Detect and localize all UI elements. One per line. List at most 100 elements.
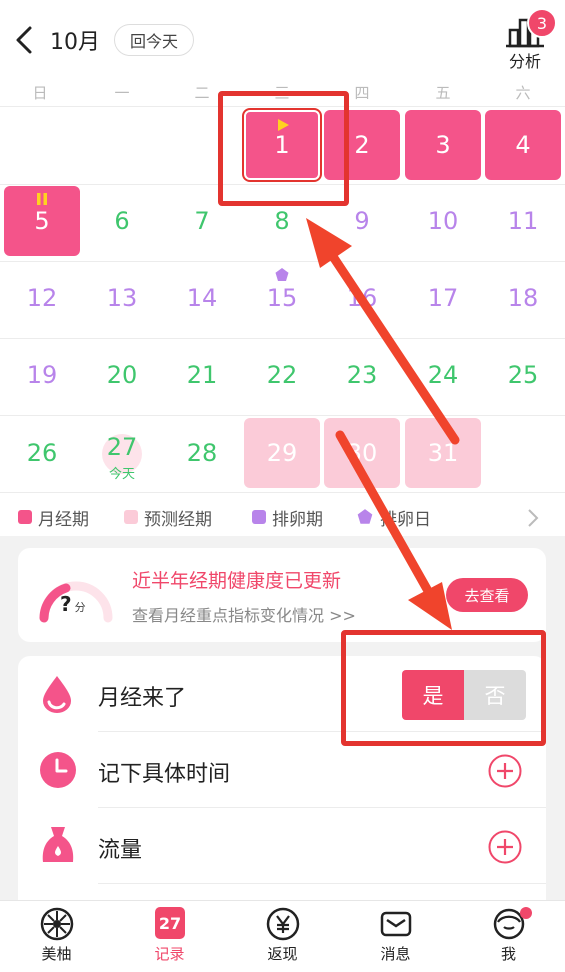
day-18[interactable]: 18 [485, 263, 561, 333]
pause-icon [37, 193, 47, 205]
tab-label: 我 [500, 945, 516, 963]
period-came-label: 月经来了 [98, 686, 187, 711]
no-button[interactable]: 否 [464, 670, 526, 720]
record-card: 月经来了 是 否 记下具体时间 流量 [18, 656, 546, 916]
day-number: 27 [106, 433, 138, 461]
legend-predicted-period: 预测经期 [124, 507, 212, 530]
day-2[interactable]: 2 [324, 110, 400, 180]
add-flow-plus-icon[interactable] [488, 830, 522, 864]
tab-label: 记录 [154, 945, 185, 963]
health-score-card[interactable]: ? 分 近半年经期健康度已更新 查看月经重点指标变化情况 >> 去查看 [18, 548, 546, 642]
day-30[interactable]: 30 [324, 418, 400, 488]
day-number: 15 [266, 284, 298, 312]
go-view-button[interactable]: 去查看 [446, 578, 528, 612]
day-number: 16 [346, 284, 378, 312]
day-number: 12 [26, 284, 58, 312]
flow-bag-icon [42, 827, 74, 862]
day-27-today[interactable]: 27 今天 [84, 418, 160, 488]
tab-label: 美柚 [41, 945, 72, 963]
day-number: 25 [507, 361, 539, 389]
analysis-label: 分析 [508, 52, 541, 71]
tab-cashback[interactable]: 返现 [226, 901, 339, 972]
flag-icon [278, 119, 289, 131]
day-number: 17 [427, 284, 459, 312]
day-number: 5 [34, 207, 50, 235]
day-number: 18 [507, 284, 539, 312]
weekday-mon: 一 [114, 84, 130, 102]
record-time-row[interactable]: 记下具体时间 [18, 732, 546, 808]
score-value: ? 分 [60, 592, 86, 616]
tab-record[interactable]: 27 记录 [113, 901, 226, 972]
day-7[interactable]: 7 [164, 186, 240, 256]
day-12[interactable]: 12 [4, 263, 80, 333]
bottom-tab-bar: 美柚 27 记录 返现 消息 我 [0, 900, 565, 972]
day-number: 3 [435, 131, 451, 159]
day-19[interactable]: 19 [4, 340, 80, 410]
back-to-today-button[interactable]: 回今天 [114, 24, 194, 56]
chevron-right-icon[interactable] [524, 507, 542, 529]
legend-ovulation-day: 排卵日 [356, 507, 431, 530]
day-4[interactable]: 4 [485, 110, 561, 180]
day-23[interactable]: 23 [324, 340, 400, 410]
day-11[interactable]: 11 [485, 186, 561, 256]
day-number: 19 [26, 361, 58, 389]
tab-meiyou[interactable]: 美柚 [0, 901, 113, 972]
tab-messages[interactable]: 消息 [339, 901, 452, 972]
weekday-header: 日 一 二 三 四 五 六 [0, 80, 565, 106]
day-number: 9 [354, 207, 370, 235]
day-15[interactable]: 15 [244, 263, 320, 333]
day-number: 23 [346, 361, 378, 389]
legend-ovulation-period: 排卵期 [252, 507, 323, 530]
day-31[interactable]: 31 [405, 418, 481, 488]
day-number: 29 [266, 439, 298, 467]
notification-badge: 3 [527, 8, 557, 38]
day-13[interactable]: 13 [84, 263, 160, 333]
day-number: 30 [346, 439, 378, 467]
day-29[interactable]: 29 [244, 418, 320, 488]
day-20[interactable]: 20 [84, 340, 160, 410]
yes-button[interactable]: 是 [402, 670, 464, 720]
day-9[interactable]: 9 [324, 186, 400, 256]
envelope-icon [380, 911, 412, 937]
top-bar: 10月 回今天 分析 3 [0, 0, 565, 80]
day-number: 8 [274, 207, 290, 235]
flow-row[interactable]: 流量 [18, 808, 546, 884]
day-1[interactable]: 1 [244, 110, 320, 180]
calendar-legend[interactable]: 月经期 预测经期 排卵期 排卵日 [0, 497, 565, 537]
day-21[interactable]: 21 [164, 340, 240, 410]
day-number: 1 [274, 131, 290, 159]
day-25[interactable]: 25 [485, 340, 561, 410]
day-number: 2 [354, 131, 370, 159]
legend-period: 月经期 [18, 507, 89, 530]
weekday-thu: 四 [354, 84, 370, 102]
add-time-plus-icon[interactable] [488, 754, 522, 788]
day-number: 13 [106, 284, 138, 312]
day-10[interactable]: 10 [405, 186, 481, 256]
day-5[interactable]: 5 [4, 186, 80, 256]
day-number: 10 [427, 207, 459, 235]
day-6[interactable]: 6 [84, 186, 160, 256]
day-17[interactable]: 17 [405, 263, 481, 333]
tab-me[interactable]: 我 [452, 901, 565, 972]
weekday-fri: 五 [435, 84, 451, 102]
day-28[interactable]: 28 [164, 418, 240, 488]
day-8[interactable]: 8 [244, 186, 320, 256]
day-number: 6 [114, 207, 130, 235]
clock-icon [40, 752, 76, 788]
pomelo-icon [40, 907, 74, 941]
day-24[interactable]: 24 [405, 340, 481, 410]
tab-label: 返现 [267, 945, 298, 963]
day-number: 14 [186, 284, 218, 312]
day-14[interactable]: 14 [164, 263, 240, 333]
day-26[interactable]: 26 [4, 418, 80, 488]
period-toggle[interactable]: 是 否 [402, 670, 526, 720]
day-number: 22 [266, 361, 298, 389]
back-arrow-icon[interactable] [10, 22, 40, 58]
day-22[interactable]: 22 [244, 340, 320, 410]
day-16[interactable]: 16 [324, 263, 400, 333]
day-number: 20 [106, 361, 138, 389]
day-3[interactable]: 3 [405, 110, 481, 180]
blood-drop-icon [43, 676, 71, 713]
weekday-sat: 六 [515, 84, 531, 102]
health-card-subtitle[interactable]: 查看月经重点指标变化情况 >> [132, 602, 356, 626]
